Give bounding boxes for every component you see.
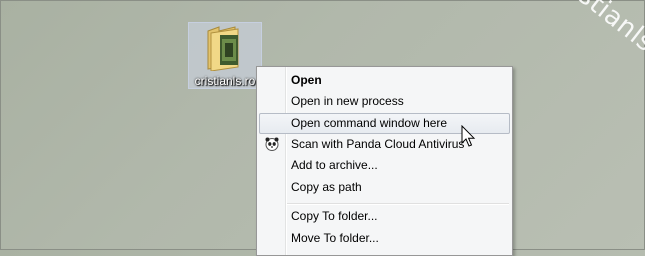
- menu-item-label: Open: [291, 73, 322, 87]
- menu-separator: [287, 203, 509, 205]
- desktop-folder-item[interactable]: cristianls.ro: [188, 22, 262, 89]
- menu-item-label: Add to archive...: [291, 158, 378, 172]
- context-menu: Open Open in new process Open command wi…: [256, 66, 513, 256]
- menu-item-label: Open command window here: [291, 116, 448, 130]
- menu-item-open-new-process[interactable]: Open in new process: [259, 91, 510, 112]
- menu-item-label: Copy To folder...: [291, 209, 378, 223]
- folder-icon: [207, 26, 239, 71]
- desktop-item-label: cristianls.ro: [194, 74, 256, 88]
- menu-item-copy-to-folder[interactable]: Copy To folder...: [259, 206, 510, 227]
- panda-icon: [265, 137, 279, 151]
- menu-item-move-to-folder[interactable]: Move To folder...: [259, 228, 510, 249]
- mouse-cursor-icon: [461, 125, 476, 147]
- menu-item-add-to-archive[interactable]: Add to archive...: [259, 155, 510, 176]
- menu-item-copy-as-path[interactable]: Copy as path: [259, 177, 510, 198]
- menu-item-label: Move To folder...: [291, 231, 379, 245]
- menu-item-open[interactable]: Open: [259, 70, 510, 91]
- menu-item-label: Copy as path: [291, 180, 362, 194]
- menu-item-label: Scan with Panda Cloud Antivirus: [291, 137, 465, 151]
- menu-item-label: Open in new process: [291, 94, 404, 108]
